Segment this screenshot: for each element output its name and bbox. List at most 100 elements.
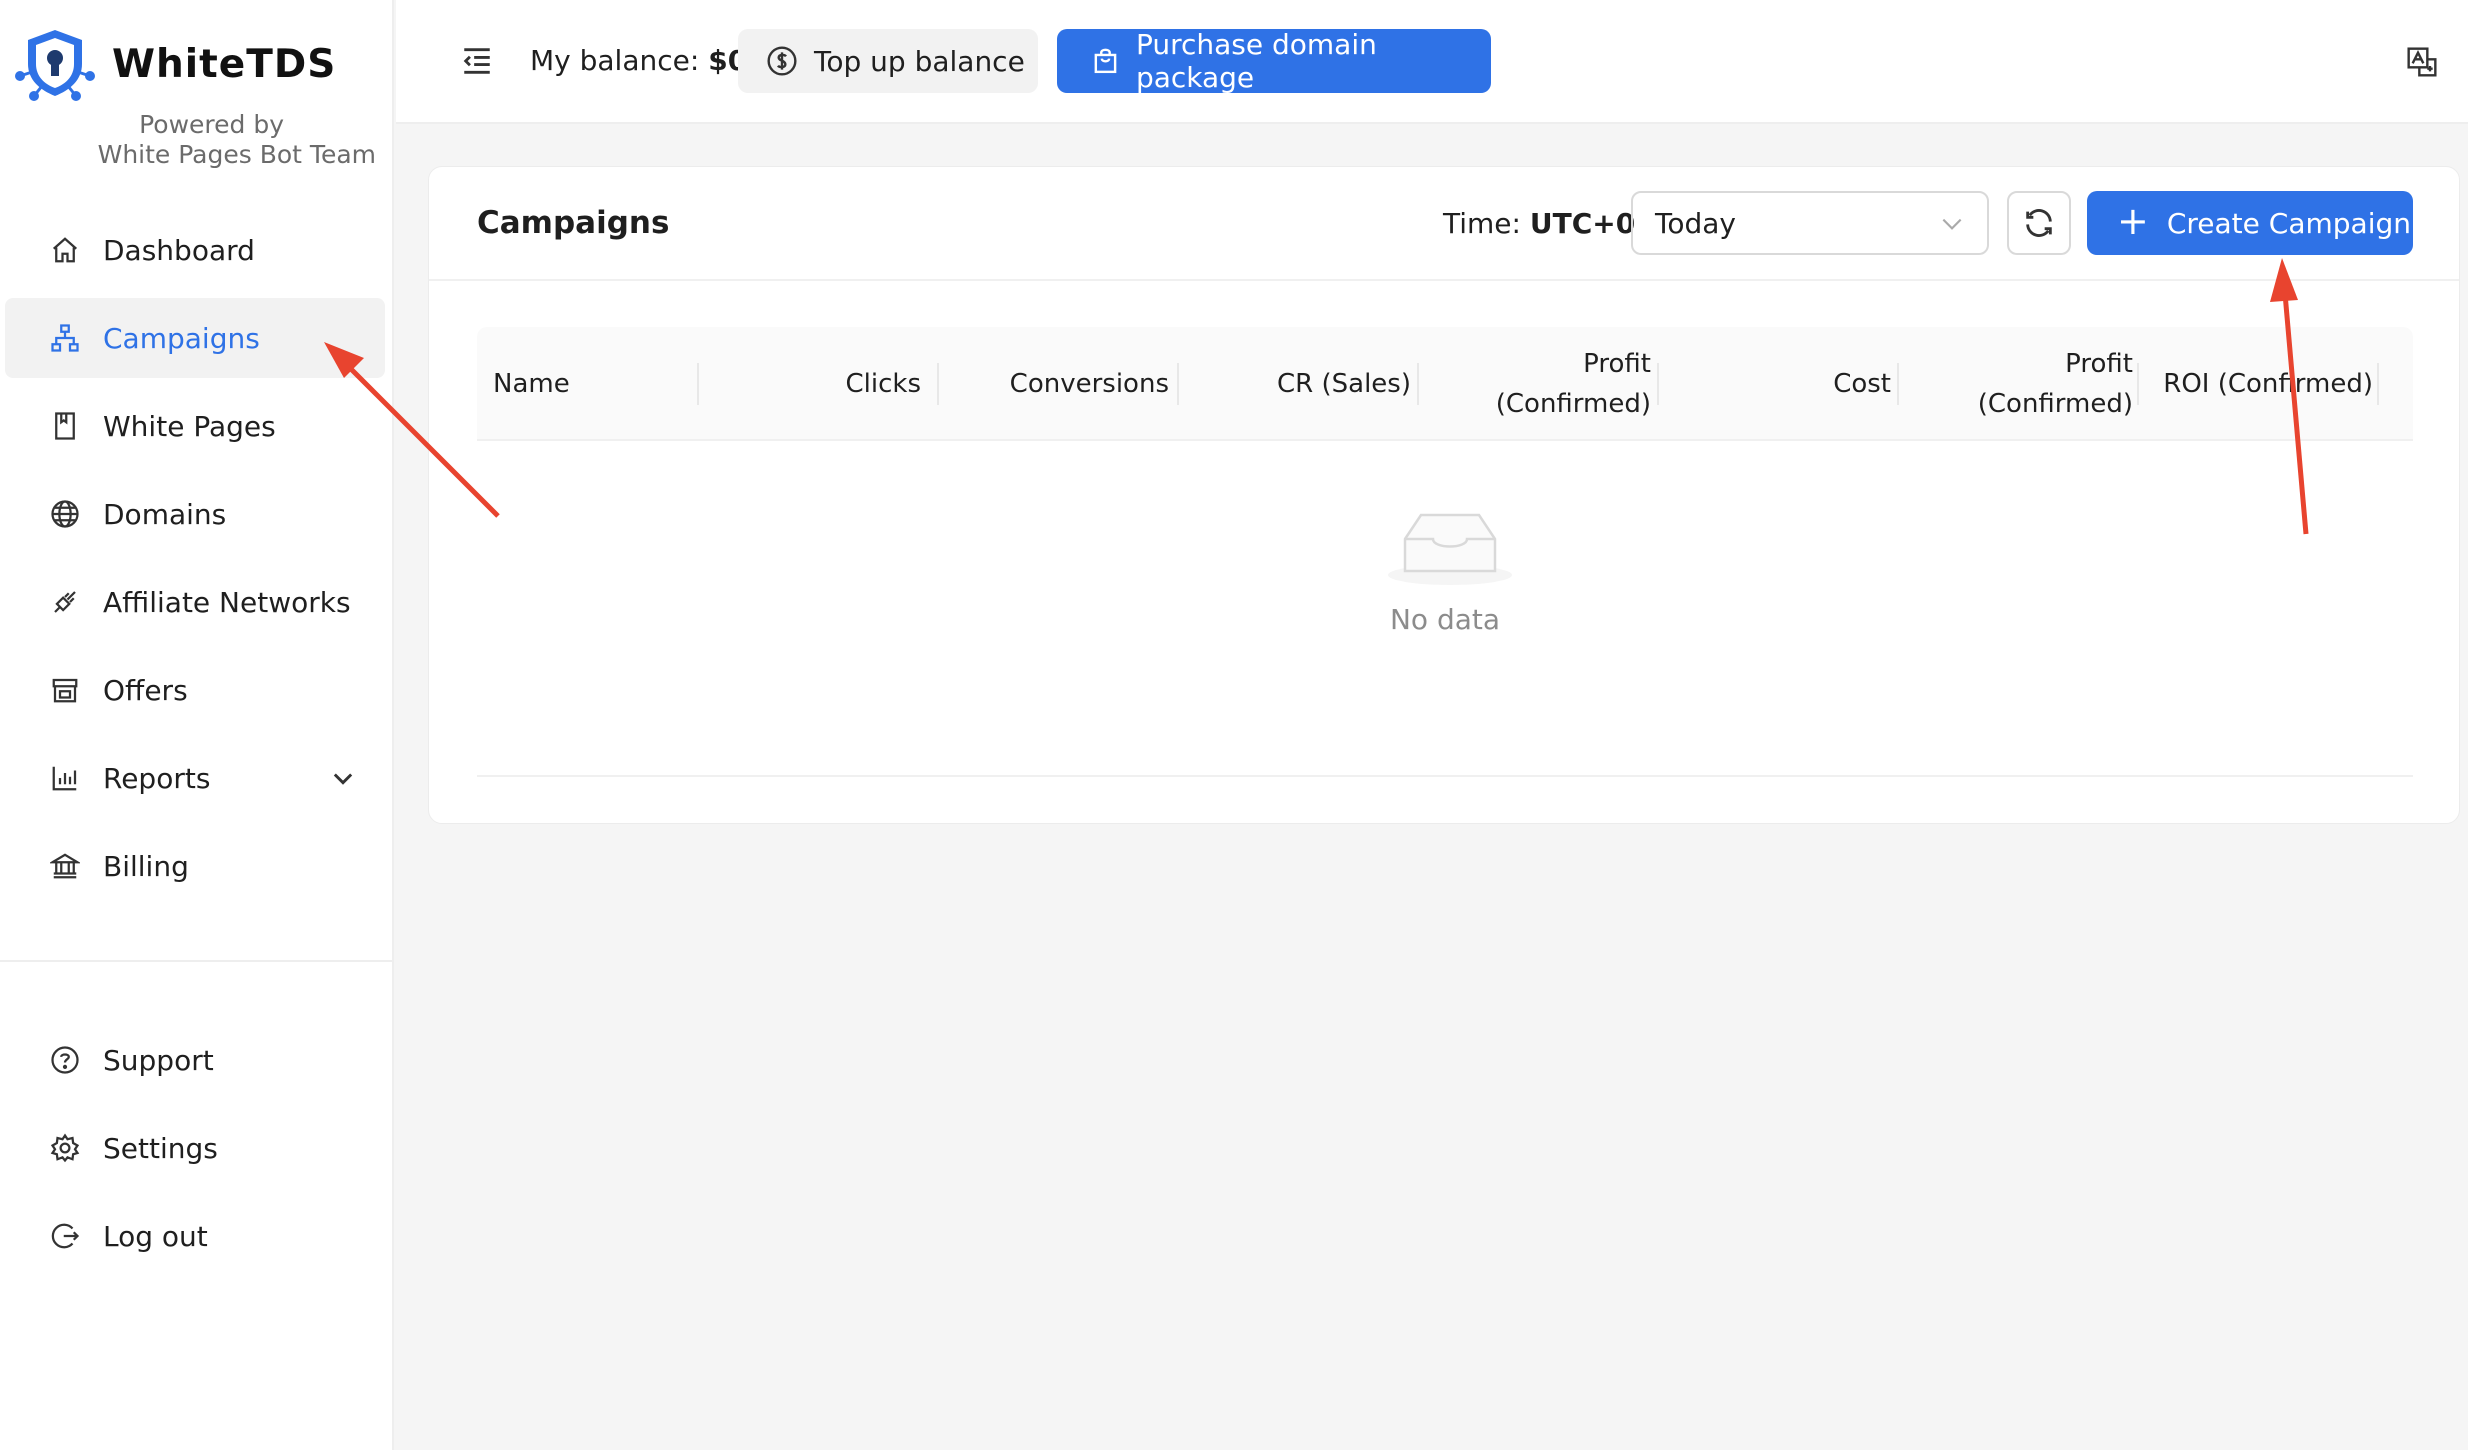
sidebar-item-white-pages[interactable]: White Pages: [5, 386, 385, 466]
sidebar-item-dashboard[interactable]: Dashboard: [5, 210, 385, 290]
sidebar-item-affiliate-networks[interactable]: Affiliate Networks: [5, 562, 385, 642]
column-divider: [1177, 363, 1179, 405]
table-empty-state: No data: [477, 443, 2413, 777]
column-label: Conversions: [1009, 369, 1169, 399]
column-header-name[interactable]: Name: [493, 327, 693, 441]
purchase-domain-package-button[interactable]: Purchase domain package: [1057, 28, 1491, 94]
shopping-bag-icon: [1094, 48, 1117, 74]
link-icon: [49, 586, 81, 618]
column-label-line1: Profit: [1583, 349, 1651, 379]
sidebar-item-billing[interactable]: Billing: [5, 826, 385, 906]
sidebar-item-label: Domains: [103, 497, 227, 531]
page-title: Campaigns: [477, 205, 670, 241]
plus-icon: +: [2117, 199, 2149, 243]
column-label-line2: (Confirmed): [1977, 389, 2133, 419]
balance-label: My balance:: [530, 44, 700, 77]
sidebar-item-label: Support: [103, 1043, 214, 1077]
sidebar-divider: [0, 960, 394, 962]
column-divider: [2137, 363, 2139, 405]
translate-icon[interactable]: [2406, 46, 2438, 78]
sidebar-item-label: Billing: [103, 849, 189, 883]
sidebar-item-label: Reports: [103, 761, 211, 795]
empty-state-text: No data: [1389, 603, 1501, 636]
column-divider: [1417, 363, 1419, 405]
timezone-display: Time: UTC+0: [1443, 207, 1635, 240]
column-divider: [1897, 363, 1899, 405]
column-label: CR (Sales): [1277, 369, 1411, 399]
refresh-icon: [2026, 209, 2052, 237]
sidebar-item-label: Affiliate Networks: [103, 585, 351, 619]
globe-icon: [49, 498, 81, 530]
column-divider: [1657, 363, 1659, 405]
sidebar-nav: Dashboard Campaigns White Pages Domains …: [5, 210, 385, 914]
sidebar-item-label: Dashboard: [103, 233, 255, 267]
column-divider: [697, 363, 699, 405]
sidebar-item-label: Campaigns: [103, 321, 260, 355]
column-label: ROI (Confirmed): [2163, 369, 2373, 399]
balance-display: My balance: $0: [530, 44, 747, 77]
sidebar-item-domains[interactable]: Domains: [5, 474, 385, 554]
column-label-line2: (Confirmed): [1495, 389, 1651, 419]
home-icon: [49, 234, 81, 266]
sidebar-item-support[interactable]: Support: [5, 1020, 385, 1100]
column-header-clicks[interactable]: Clicks: [701, 327, 922, 441]
chevron-down-icon: [1942, 218, 1962, 230]
sidebar-bottom-nav: Support Settings Log out: [5, 1020, 385, 1284]
create-campaign-label: Create Campaign: [2166, 206, 2411, 240]
powered-by-line1: Powered by: [139, 110, 284, 139]
sidebar-item-settings[interactable]: Settings: [5, 1108, 385, 1188]
empty-inbox-icon: [1388, 513, 1512, 585]
chevron-down-icon[interactable]: [329, 764, 357, 792]
timezone-value: UTC+0: [1529, 207, 1636, 240]
column-divider: [937, 363, 939, 405]
gear-icon: [49, 1132, 81, 1164]
powered-by: Powered by White Pages Bot Team: [0, 110, 394, 170]
sidebar: WhiteTDS Powered by White Pages Bot Team…: [0, 0, 394, 1450]
shop-icon: [49, 674, 81, 706]
refresh-button[interactable]: [2007, 191, 2071, 255]
top-up-balance-label: Top up balance: [814, 44, 1025, 78]
book-icon: [49, 410, 81, 442]
column-label: Name: [493, 369, 570, 399]
sidebar-item-label: Log out: [103, 1219, 208, 1253]
column-header-profit-confirmed[interactable]: Profit (Confirmed): [1421, 327, 1651, 441]
brand-name: WhiteTDS: [112, 41, 337, 87]
powered-by-line2: White Pages Bot Team: [97, 140, 376, 169]
logout-icon: [49, 1220, 81, 1252]
date-range-value: Today: [1655, 206, 1736, 240]
question-circle-icon: [49, 1044, 81, 1076]
top-up-balance-button[interactable]: Top up balance: [738, 29, 1038, 93]
sitemap-icon: [49, 322, 81, 354]
purchase-domain-package-label: Purchase domain package: [1135, 28, 1377, 94]
sidebar-item-label: Offers: [103, 673, 188, 707]
column-label: Clicks: [845, 369, 922, 399]
sidebar-item-logout[interactable]: Log out: [5, 1196, 385, 1276]
column-header-cost[interactable]: Cost: [1661, 327, 1891, 441]
campaigns-table-header: Name Clicks Conversions CR (Sales) Profi…: [477, 327, 2413, 441]
column-header-cr-sales[interactable]: CR (Sales): [1181, 327, 1411, 441]
column-header-conversions[interactable]: Conversions: [941, 327, 1169, 441]
campaigns-card-header: Campaigns Time: UTC+0 Today + Create Cam…: [429, 167, 2459, 281]
column-header-profit-confirmed-2[interactable]: Profit (Confirmed): [1901, 327, 2133, 441]
sidebar-item-campaigns[interactable]: Campaigns: [5, 298, 385, 378]
dollar-circle-icon: [767, 46, 797, 76]
sidebar-item-offers[interactable]: Offers: [5, 650, 385, 730]
sidebar-item-label: Settings: [103, 1131, 218, 1165]
column-label: Cost: [1833, 369, 1891, 399]
brand-logo[interactable]: WhiteTDS: [12, 26, 336, 102]
sidebar-item-label: White Pages: [103, 409, 276, 443]
date-range-select[interactable]: Today: [1631, 191, 1989, 255]
create-campaign-button[interactable]: + Create Campaign: [2087, 191, 2413, 255]
menu-fold-icon[interactable]: [460, 44, 494, 78]
timezone-label: Time:: [1443, 207, 1521, 240]
column-label: Profit (Confirmed): [1496, 344, 1651, 424]
sidebar-item-reports[interactable]: Reports: [5, 738, 385, 818]
column-label-line1: Profit: [2065, 349, 2133, 379]
column-divider: [2377, 363, 2379, 405]
shield-logo-icon: [15, 30, 95, 101]
top-header: My balance: $0 Top up balance Purchase d…: [396, 0, 2468, 124]
campaigns-card: Campaigns Time: UTC+0 Today + Create Cam…: [428, 166, 2460, 824]
bank-icon: [49, 850, 81, 882]
column-header-roi-confirmed[interactable]: ROI (Confirmed): [2141, 327, 2373, 441]
column-label: Profit (Confirmed): [1978, 344, 2133, 424]
